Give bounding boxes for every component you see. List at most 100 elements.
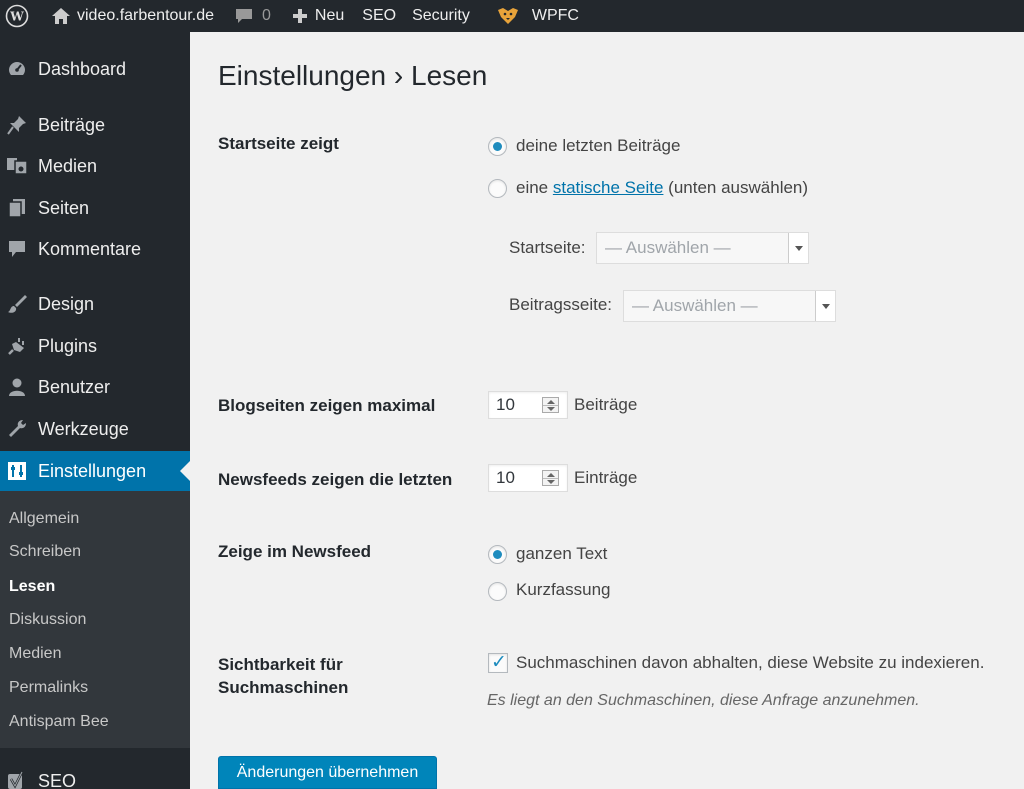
sidebar-item-label: Design <box>38 293 95 314</box>
homepage-select-value: — Auswählen — <box>605 238 731 257</box>
page-title: Einstellungen › Lesen <box>218 60 488 91</box>
sidebar-item-seo[interactable]: SEO <box>0 761 190 789</box>
sidebar-item-label: Benutzer <box>38 376 111 397</box>
user-icon <box>6 376 28 398</box>
visibility-label: Sichtbarkeit für Suchmaschinen <box>218 653 348 699</box>
submenu-item-permalinks[interactable]: Permalinks <box>9 679 88 697</box>
posts-per-rss-value: 10 <box>496 468 515 487</box>
submenu-item-lesen[interactable]: Lesen <box>9 578 55 596</box>
svg-text:W: W <box>9 10 24 24</box>
homepage-select[interactable]: — Auswählen — <box>596 232 809 264</box>
save-changes-button[interactable]: Änderungen übernehmen <box>218 756 437 789</box>
settings-icon <box>6 460 28 482</box>
site-name-menu[interactable]: video.farbentour.de <box>37 0 222 32</box>
postspage-select[interactable]: — Auswählen — <box>623 290 836 322</box>
sidebar-item-design[interactable]: Design <box>0 284 190 324</box>
posts-per-page-input[interactable]: 10 <box>488 391 568 419</box>
sidebar-item-label: Dashboard <box>38 58 127 79</box>
radio-static-page[interactable] <box>488 179 507 198</box>
sidebar-item-benutzer[interactable]: Benutzer <box>0 367 190 407</box>
cheetah-icon <box>497 8 518 24</box>
settings-submenu: Allgemein Schreiben Lesen Diskussion Med… <box>0 491 190 748</box>
new-label: Neu <box>314 7 345 24</box>
feed-content-label: Zeige im Newsfeed <box>218 542 372 561</box>
new-content-menu[interactable]: Neu <box>279 0 352 32</box>
posts-per-rss-unit: Einträge <box>574 468 638 487</box>
comments-count: 0 <box>262 7 271 24</box>
visibility-description: Es liegt an den Suchmaschinen, diese Anf… <box>487 692 920 709</box>
visibility-label-line2: Suchmaschinen <box>218 678 349 697</box>
dashboard-icon <box>6 58 28 80</box>
pin-icon <box>6 114 28 136</box>
comment-icon <box>6 238 28 260</box>
pages-icon <box>6 197 28 219</box>
seo-label: SEO <box>362 7 397 24</box>
sidebar-item-label: Werkzeuge <box>38 418 129 439</box>
admin-bar: W video.farbentour.de 0 Neu SEO Security… <box>0 0 1024 32</box>
sidebar-item-beitraege[interactable]: Beiträge <box>0 105 190 145</box>
sidebar-item-label: Plugins <box>38 335 98 356</box>
media-icon <box>6 155 28 177</box>
brush-icon <box>6 293 28 315</box>
yoast-icon <box>6 770 28 789</box>
sidebar-item-label: Beiträge <box>38 114 106 135</box>
blog-pages-label: Blogseiten zeigen maximal <box>218 396 436 415</box>
sidebar-item-label: Kommentare <box>38 238 142 259</box>
submenu-item-medien[interactable]: Medien <box>9 645 61 663</box>
sidebar-item-label: Medien <box>38 155 98 176</box>
submenu-item-schreiben[interactable]: Schreiben <box>9 543 81 561</box>
static-page-link[interactable]: statische Seite <box>553 178 664 197</box>
posts-per-page-unit: Beiträge <box>574 395 638 414</box>
security-label: Security <box>412 7 470 24</box>
radio-full-text-label: ganzen Text <box>516 544 608 563</box>
posts-per-page-value: 10 <box>496 395 515 414</box>
postspage-select-value: — Auswählen — <box>632 296 758 315</box>
spinner-arrows-icon[interactable] <box>542 470 559 486</box>
sidebar-item-einstellungen[interactable]: Einstellungen <box>0 451 190 491</box>
comment-bubble-icon <box>236 9 252 23</box>
spinner-arrows-icon[interactable] <box>542 397 559 413</box>
sidebar-item-medien[interactable]: Medien <box>0 146 190 186</box>
radio-latest-posts[interactable] <box>488 137 507 156</box>
front-page-label: Startseite zeigt <box>218 134 339 153</box>
sidebar-item-werkzeuge[interactable]: Werkzeuge <box>0 409 190 449</box>
comments-menu[interactable]: 0 <box>222 0 279 32</box>
admin-sidebar: Dashboard Beiträge Medien Seiten Komment… <box>0 32 190 789</box>
wordpress-logo-menu[interactable]: W <box>0 0 37 32</box>
plug-icon <box>6 335 28 357</box>
blog-public-checkbox-label: Suchmaschinen davon abhalten, diese Webs… <box>516 653 985 672</box>
blog-public-checkbox[interactable] <box>488 651 508 673</box>
sidebar-item-label: Einstellungen <box>38 460 147 481</box>
site-name: video.farbentour.de <box>77 7 214 24</box>
radio-full-text[interactable] <box>488 545 507 564</box>
submenu-item-diskussion[interactable]: Diskussion <box>9 611 86 629</box>
chevron-down-icon <box>788 233 808 263</box>
wrench-icon <box>6 418 28 440</box>
sidebar-item-plugins[interactable]: Plugins <box>0 326 190 366</box>
homepage-select-label: Startseite: <box>509 238 586 257</box>
sidebar-item-dashboard[interactable]: Dashboard <box>0 49 190 89</box>
home-icon <box>52 8 70 24</box>
seo-menu[interactable]: SEO <box>352 0 404 32</box>
chevron-down-icon <box>815 291 835 321</box>
plus-icon <box>292 9 307 23</box>
feeds-label: Newsfeeds zeigen die letzten <box>218 470 453 489</box>
submenu-item-antispam-bee[interactable]: Antispam Bee <box>9 713 109 731</box>
security-menu[interactable]: Security <box>404 0 478 32</box>
radio-summary[interactable] <box>488 582 507 601</box>
static-prefix: eine <box>516 178 549 197</box>
wpfc-label: WPFC <box>531 7 579 24</box>
submenu-item-allgemein[interactable]: Allgemein <box>9 510 79 528</box>
sidebar-item-kommentare[interactable]: Kommentare <box>0 229 190 269</box>
wpfc-menu[interactable]: WPFC <box>478 0 587 32</box>
radio-summary-label: Kurzfassung <box>516 580 611 599</box>
main-content: Einstellungen › Lesen Startseite zeigt d… <box>190 32 1024 789</box>
sidebar-item-seiten[interactable]: Seiten <box>0 188 190 228</box>
sidebar-item-label: SEO <box>38 770 77 789</box>
wordpress-logo-icon: W <box>5 4 29 28</box>
posts-per-rss-input[interactable]: 10 <box>488 464 568 492</box>
radio-latest-posts-label: deine letzten Beiträge <box>516 136 681 155</box>
static-suffix: (unten auswählen) <box>668 178 809 197</box>
radio-static-page-label: eine statische Seite (unten auswählen) <box>516 178 808 198</box>
postspage-select-label: Beitragsseite: <box>509 295 612 314</box>
